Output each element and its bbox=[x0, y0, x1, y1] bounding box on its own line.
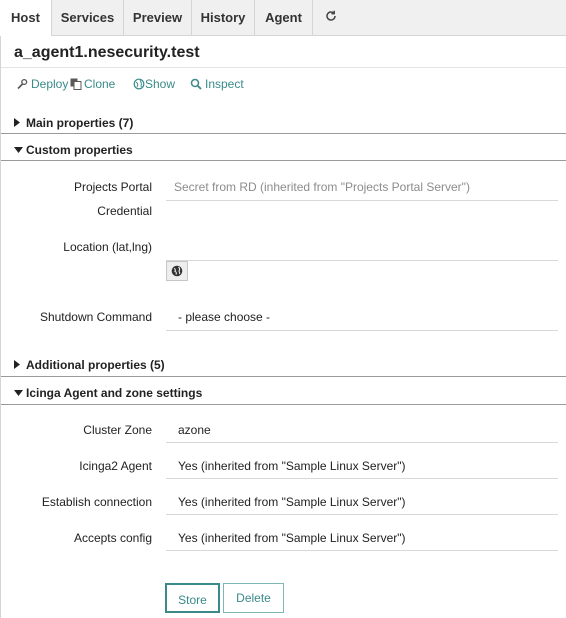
accepts-config-select[interactable]: Yes (inherited from "Sample Linux Server… bbox=[178, 531, 406, 545]
section-icinga-agent[interactable]: Icinga Agent and zone settings bbox=[14, 383, 566, 403]
tab-bar: Host Services Preview History Agent bbox=[0, 0, 566, 36]
field-underline bbox=[166, 200, 558, 201]
field-label-establish-connection: Establish connection bbox=[41, 495, 152, 509]
field-underline bbox=[166, 514, 558, 515]
left-border bbox=[0, 0, 1, 618]
show-link[interactable]: Show bbox=[133, 76, 179, 92]
field-label-shutdown: Shutdown Command bbox=[39, 310, 152, 324]
section-agent-label: Icinga Agent and zone settings bbox=[26, 386, 203, 400]
section-divider bbox=[1, 160, 566, 161]
section-custom-properties[interactable]: Custom properties bbox=[14, 140, 566, 160]
section-divider bbox=[1, 133, 566, 134]
section-custom-label: Custom properties bbox=[26, 143, 133, 157]
field-label-icinga2-agent: Icinga2 Agent bbox=[79, 459, 152, 473]
map-picker-button[interactable] bbox=[166, 261, 188, 281]
tab-preview[interactable]: Preview bbox=[124, 0, 192, 35]
show-label: Show bbox=[145, 77, 176, 91]
section-additional-label: Additional properties (5) bbox=[26, 358, 165, 372]
icinga2-agent-select[interactable]: Yes (inherited from "Sample Linux Server… bbox=[178, 459, 406, 473]
deploy-label: Deploy bbox=[31, 77, 69, 91]
field-underline bbox=[166, 550, 558, 551]
caret-right-icon bbox=[14, 360, 20, 369]
refresh-icon[interactable] bbox=[324, 9, 338, 23]
section-additional-properties[interactable]: Additional properties (5) bbox=[14, 355, 566, 375]
caret-down-icon bbox=[14, 390, 23, 396]
globe-icon bbox=[133, 78, 145, 90]
section-divider bbox=[1, 376, 566, 377]
clone-icon bbox=[70, 78, 82, 90]
cluster-zone-select[interactable]: azone bbox=[178, 423, 211, 437]
caret-right-icon bbox=[14, 118, 20, 127]
tab-agent[interactable]: Agent bbox=[255, 0, 313, 35]
host-title: a_agent1.nesecurity.test bbox=[14, 44, 200, 61]
field-underline bbox=[166, 260, 558, 261]
delete-button[interactable]: Delete bbox=[223, 583, 284, 613]
tab-history[interactable]: History bbox=[192, 0, 255, 35]
wrench-icon bbox=[17, 78, 28, 90]
field-label-accepts-config: Accepts config bbox=[73, 531, 152, 545]
field-label-credential: Credential bbox=[97, 204, 152, 218]
establish-connection-select[interactable]: Yes (inherited from "Sample Linux Server… bbox=[178, 495, 406, 509]
field-underline bbox=[166, 478, 558, 479]
section-main-label: Main properties (7) bbox=[26, 116, 134, 130]
tab-services[interactable]: Services bbox=[52, 0, 124, 35]
inspect-label: Inspect bbox=[205, 77, 244, 91]
tab-host[interactable]: Host bbox=[0, 0, 52, 36]
field-label-projects-portal: Projects Portal bbox=[73, 180, 152, 194]
deploy-link[interactable]: Deploy bbox=[16, 76, 70, 92]
field-label-cluster-zone: Cluster Zone bbox=[83, 423, 152, 437]
inspect-link[interactable]: Inspect bbox=[190, 76, 250, 92]
projects-portal-credential-select[interactable]: Secret from RD (inherited from "Projects… bbox=[174, 180, 470, 194]
title-divider bbox=[1, 67, 566, 68]
section-divider bbox=[1, 404, 566, 405]
globe-icon bbox=[171, 265, 183, 277]
shutdown-command-select[interactable]: - please choose - bbox=[178, 310, 270, 324]
clone-label: Clone bbox=[84, 77, 116, 91]
field-label-location: Location (lat,lng) bbox=[63, 240, 152, 254]
field-underline bbox=[166, 442, 558, 443]
section-main-properties[interactable]: Main properties (7) bbox=[14, 113, 566, 133]
caret-down-icon bbox=[14, 147, 23, 153]
clone-link[interactable]: Clone bbox=[70, 76, 120, 92]
magnifier-icon bbox=[190, 78, 202, 90]
store-button[interactable]: Store bbox=[165, 583, 220, 613]
field-underline bbox=[166, 330, 558, 331]
